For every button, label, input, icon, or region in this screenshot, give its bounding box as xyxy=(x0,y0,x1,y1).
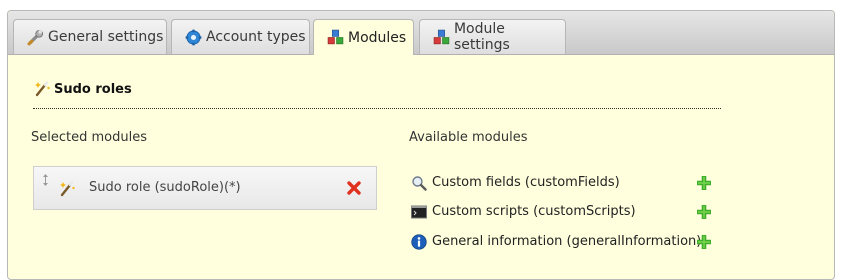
available-module-label: Custom fields (customFields) xyxy=(432,175,620,190)
drag-handle-icon[interactable] xyxy=(42,174,49,186)
remove-module-button[interactable] xyxy=(346,180,362,196)
magnifier-icon xyxy=(411,175,427,191)
available-module-item: General information (generalInformation) xyxy=(411,233,721,253)
selected-module-item[interactable]: Sudo role (sudoRole)(*) xyxy=(33,166,377,210)
modules-icon xyxy=(433,29,450,46)
gear-icon xyxy=(185,29,202,46)
section-title-text: Sudo roles xyxy=(54,82,132,97)
tab-label: Module settings xyxy=(453,21,510,53)
available-modules-heading: Available modules xyxy=(409,130,528,145)
magic-wand-icon xyxy=(58,179,76,197)
selected-modules-heading: Selected modules xyxy=(31,130,147,145)
magic-wand-icon xyxy=(33,79,51,97)
add-module-button[interactable] xyxy=(695,233,713,251)
available-module-label: General information (generalInformation) xyxy=(432,234,702,249)
add-module-button[interactable] xyxy=(695,174,713,192)
tab-label: Modules xyxy=(348,29,407,46)
available-module-item: Custom scripts (customScripts) xyxy=(411,203,721,223)
section-title: Sudo roles xyxy=(33,79,132,97)
tab-bar: General settings Account types Modules M… xyxy=(8,11,834,55)
tab-general-settings[interactable]: General settings xyxy=(13,19,167,54)
tab-account-types[interactable]: Account types xyxy=(171,19,310,54)
tab-label: General settings xyxy=(48,29,164,45)
available-module-label: Custom scripts (customScripts) xyxy=(432,204,636,219)
tab-modules[interactable]: Modules xyxy=(313,19,414,55)
available-module-item: Custom fields (customFields) xyxy=(411,174,721,194)
add-module-button[interactable] xyxy=(695,203,713,221)
tab-label: Account types xyxy=(206,29,306,45)
terminal-icon xyxy=(411,204,427,220)
info-icon xyxy=(411,234,427,250)
section-divider xyxy=(33,108,721,109)
tab-module-settings[interactable]: Module settings xyxy=(419,19,566,54)
selected-module-label: Sudo role (sudoRole)(*) xyxy=(89,180,241,195)
wrench-icon xyxy=(27,29,44,46)
modules-icon xyxy=(327,29,344,46)
